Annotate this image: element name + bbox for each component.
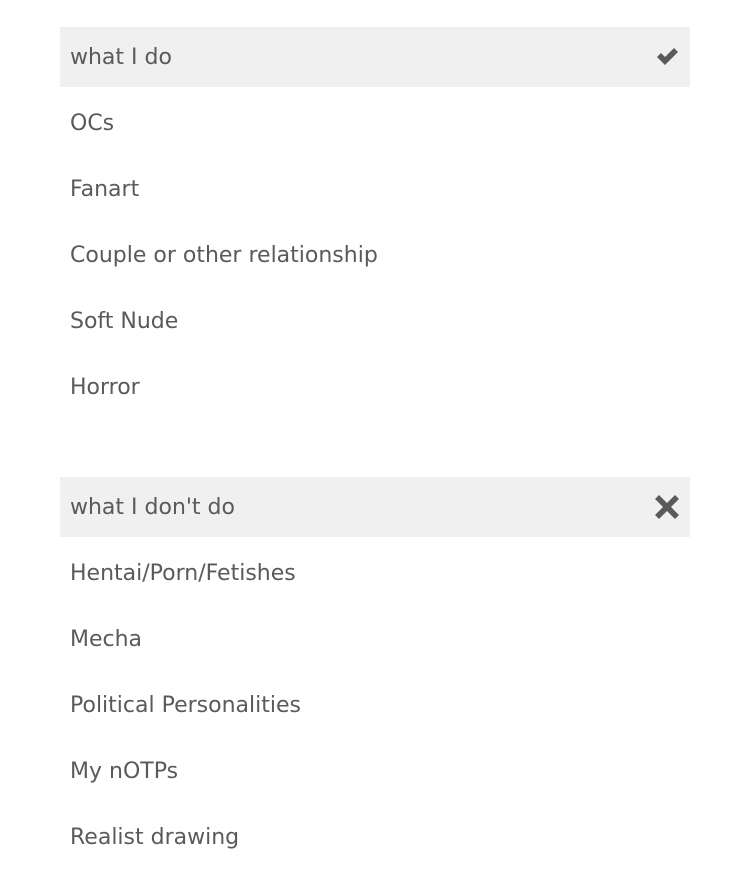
list-item: OCs: [70, 111, 115, 136]
list-item: Hentai/Porn/Fetishes: [70, 561, 296, 586]
what-i-do-list: OCs Fanart Couple or other relationship …: [60, 91, 690, 421]
list-item: Horror: [70, 375, 140, 400]
what-i-dont-do-list: Hentai/Porn/Fetishes Mecha Political Per…: [60, 541, 690, 871]
what-i-dont-do-title: what I don't do: [70, 494, 235, 520]
what-i-do-header: what I do: [60, 27, 690, 87]
what-i-do-section: what I do OCs Fanart Couple or other rel…: [60, 27, 690, 421]
what-i-dont-do-header: what I don't do: [60, 477, 690, 537]
list-item: Soft Nude: [70, 309, 179, 334]
list-item: Realist drawing: [70, 825, 240, 850]
list-item: Fanart: [70, 177, 140, 202]
what-i-do-title: what I do: [70, 44, 172, 70]
list-item: Political Personalities: [70, 693, 301, 718]
list-item: Mecha: [70, 627, 143, 652]
checkmark-icon: [657, 48, 678, 65]
x-mark-icon: [655, 495, 679, 519]
list-item: Couple or other relationship: [70, 243, 378, 268]
list-item: My nOTPs: [70, 759, 179, 784]
what-i-dont-do-section: what I don't do Hentai/Porn/Fetishes Mec…: [60, 477, 690, 871]
